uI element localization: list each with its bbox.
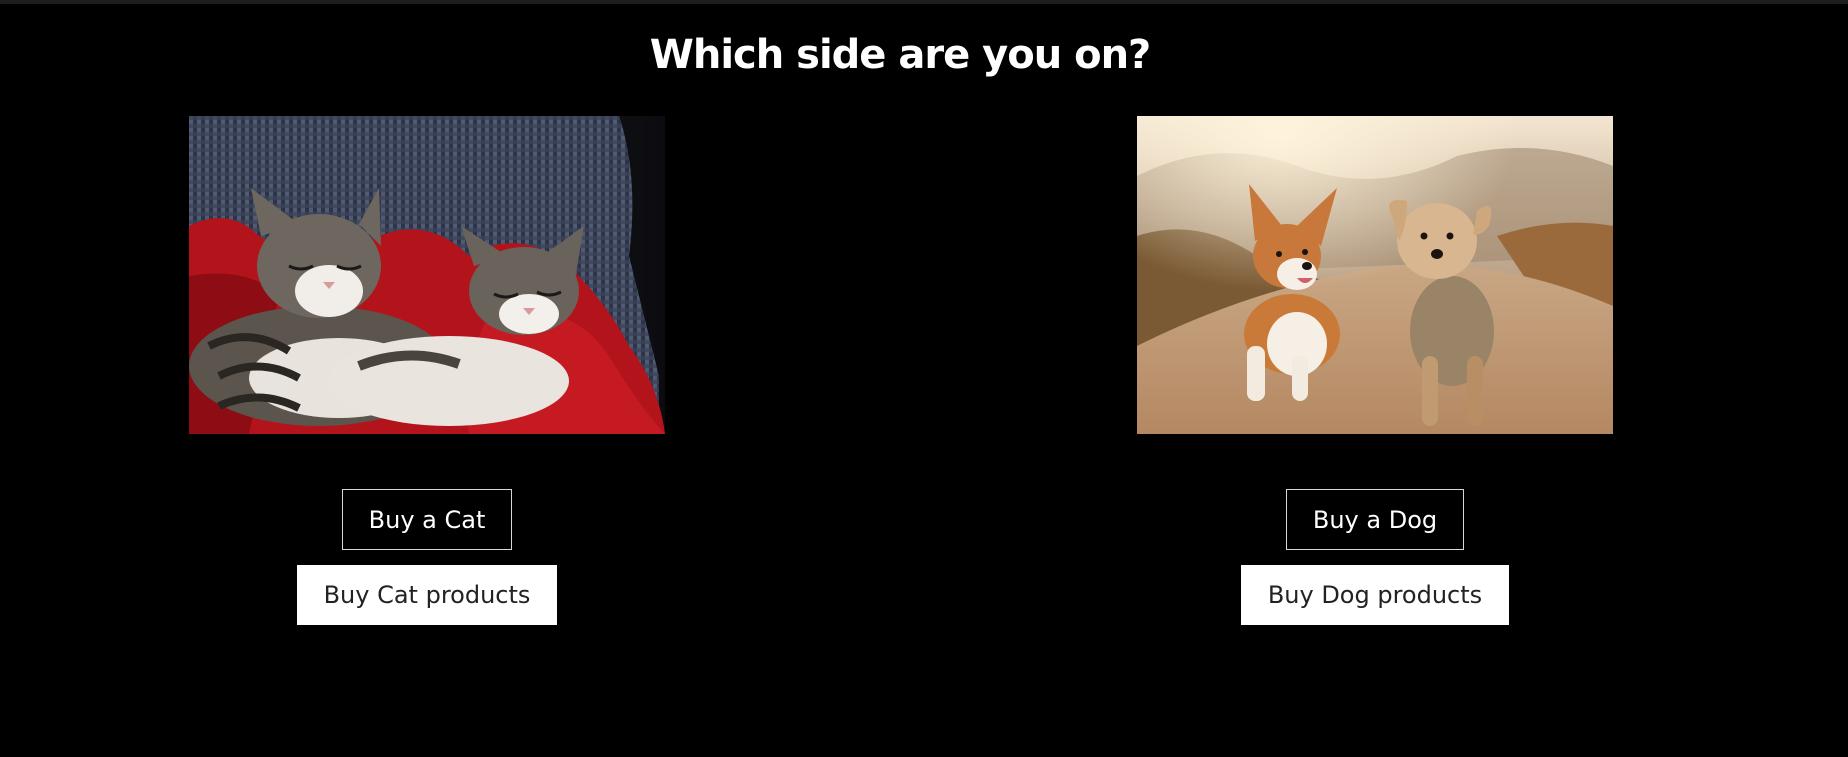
cat-photo: [189, 116, 665, 434]
cat-photo-illustration: [189, 116, 665, 434]
buy-dog-products-button[interactable]: Buy Dog products: [1240, 565, 1510, 625]
cat-section: Buy a Cat Buy Cat products: [189, 116, 665, 625]
buy-cat-products-button[interactable]: Buy Cat products: [296, 565, 558, 625]
dog-photo-illustration: [1137, 116, 1613, 434]
dog-photo: [1137, 116, 1613, 434]
dog-section: Buy a Dog Buy Dog products: [1137, 116, 1613, 625]
buy-cat-button[interactable]: Buy a Cat: [341, 489, 513, 550]
top-bar: [0, 0, 1848, 4]
buy-dog-button[interactable]: Buy a Dog: [1285, 489, 1465, 550]
page-title: Which side are you on?: [649, 32, 1152, 78]
